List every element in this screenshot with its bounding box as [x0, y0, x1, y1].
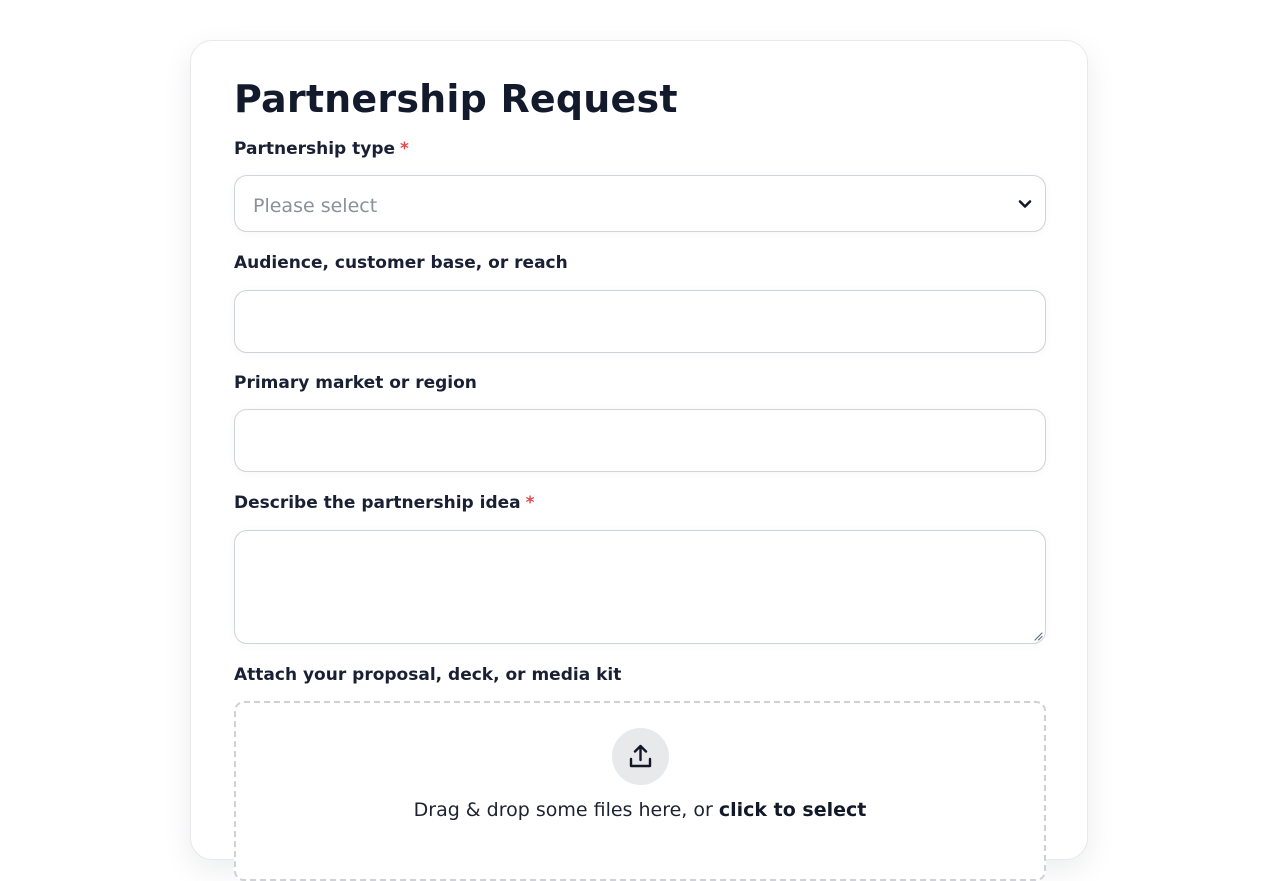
partnership-idea-label-text: Describe the partnership idea [234, 493, 521, 513]
form-title: Partnership Request [234, 77, 678, 121]
primary-market-label-text: Primary market or region [234, 373, 477, 393]
resize-handle-icon[interactable] [1033, 631, 1043, 641]
audience-label-text: Audience, customer base, or reach [234, 253, 568, 273]
partnership-type-label-text: Partnership type [234, 139, 396, 159]
attachment-label: Attach your proposal, deck, or media kit [234, 663, 621, 687]
partnership-type-select[interactable]: Please select [234, 175, 1046, 232]
primary-market-label: Primary market or region [234, 371, 477, 395]
dropzone-instructions: Drag & drop some files here, or click to… [236, 797, 1044, 823]
required-marker: * [525, 493, 535, 513]
click-to-select-link[interactable]: click to select [719, 799, 867, 821]
drag-drop-text: Drag & drop some files here, or [413, 799, 719, 821]
chevron-down-icon [1018, 200, 1032, 208]
attachment-label-text: Attach your proposal, deck, or media kit [234, 665, 622, 685]
required-marker: * [400, 139, 409, 159]
partnership-request-form: Partnership Request Partnership type * Pl… [190, 40, 1088, 881]
audience-input[interactable] [234, 290, 1046, 353]
upload-icon [629, 744, 652, 768]
upload-button-circle[interactable] [612, 728, 669, 785]
audience-label: Audience, customer base, or reach [234, 251, 568, 275]
partnership-idea-label: Describe the partnership idea * [234, 491, 535, 515]
primary-market-input[interactable] [234, 409, 1046, 472]
partnership-idea-textarea[interactable] [234, 530, 1046, 644]
file-dropzone[interactable]: Drag & drop some files here, or click to… [234, 701, 1046, 881]
partnership-type-label: Partnership type * [234, 137, 409, 161]
partnership-type-selected-value: Please select [253, 195, 378, 217]
